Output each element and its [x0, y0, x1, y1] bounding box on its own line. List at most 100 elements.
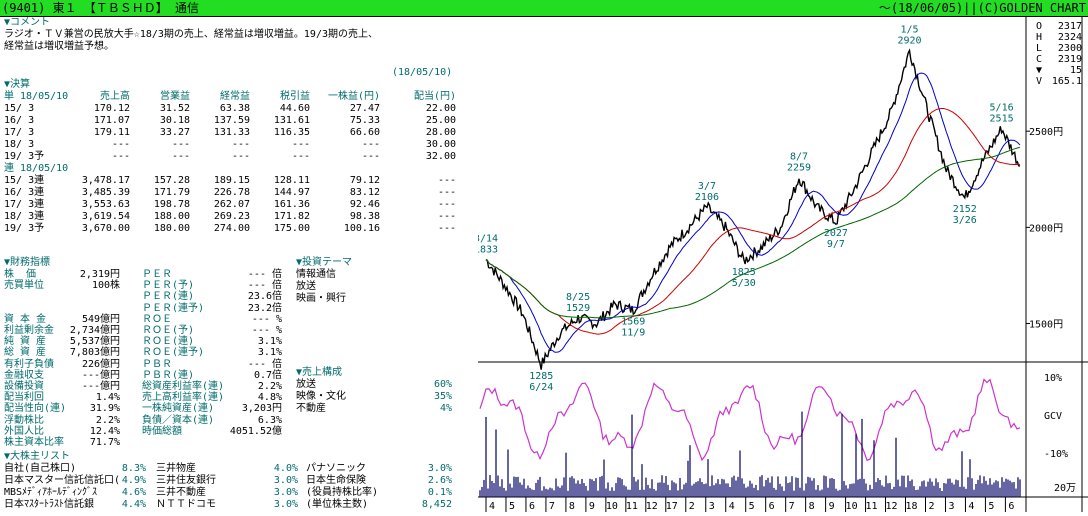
month-tick-label: 17 — [666, 501, 678, 512]
fin-mid-value: 23.2倍 — [247, 302, 282, 314]
consol-cell: 274.00 — [213, 223, 250, 234]
fin-mid-value: --- 倍 — [247, 358, 282, 370]
price-chart[interactable]: 2500円 2000円 1500円 10% GCV -10% 20万 O 2317 H 2324 L 2… — [474, 17, 1088, 512]
ohlc-label: C — [1036, 54, 1042, 65]
consol-cell: 92.46 — [349, 199, 380, 210]
settlement-row-label: 15/ 3 — [4, 103, 35, 114]
osc-tick-label: -10% — [1044, 449, 1068, 460]
settlement-cell: 30.00 — [425, 139, 456, 150]
settlement-header: 一株益(円) — [327, 91, 380, 102]
shareholder-pct: 8,452 — [421, 499, 452, 510]
shareholder-pct: 3.0% — [427, 463, 452, 474]
settlement-cell: --- — [231, 151, 250, 162]
settlement-cell: 22.00 — [425, 103, 456, 114]
settlement-cell: 179.11 — [93, 127, 130, 138]
consol-cell: 198.78 — [153, 199, 190, 210]
settlement-header: 売上高 — [100, 91, 130, 102]
fin-label: 金融収支 — [4, 369, 44, 381]
info-panel: ▼コメント ラジオ・ＴＶ兼営の民放大手☆18/3期の売上、経常益は増収増益。19… — [0, 17, 478, 512]
settlement-title: ▼決算 — [4, 79, 31, 90]
settlement-cell: 25.00 — [425, 115, 456, 126]
title-bar: (9401) 東１ 【ＴＢＳＨＤ】 通信 ～(18/06/05)||(C)GOL… — [0, 0, 1088, 17]
fin-mid-value: 4051.52億 — [229, 425, 282, 437]
annotation-date: 2920 — [897, 35, 921, 46]
comment-line-2: 経常益は増収増益予想。 — [4, 41, 114, 52]
settlement-cell: --- — [111, 151, 130, 162]
annotation-date: 1529 — [566, 303, 590, 314]
annotation-date: 1833 — [478, 244, 498, 255]
shareholder-name: 三井物産 — [156, 463, 196, 474]
consol-cell: 189.15 — [213, 175, 250, 186]
consol-row-label: 18/ 3連 — [4, 211, 45, 222]
annotation-date: 2106 — [695, 192, 719, 203]
ohlc-label: ▼ — [1036, 65, 1042, 76]
shareholder-pct: 3.0% — [273, 499, 298, 510]
settlement-row-label: 17/ 3 — [4, 127, 35, 138]
month-tick-label: 4 — [968, 501, 974, 512]
consol-cell: 128.11 — [273, 175, 310, 186]
shareholder-name: 三井不動産 — [156, 487, 206, 498]
month-tick-label: 12 — [646, 501, 658, 512]
fin-value: ---億円 — [81, 369, 120, 381]
shareholder-pct: 4.4% — [121, 499, 146, 510]
fin-value: 100株 — [91, 280, 120, 292]
month-tick-label: 9 — [829, 501, 835, 512]
ohlc-label: L — [1036, 43, 1042, 54]
composition-title: ▼売上構成 — [296, 367, 343, 378]
settlement-cell: 137.59 — [213, 115, 250, 126]
shareholder-pct: 4.0% — [273, 463, 298, 474]
fin-label: 浮動株比 — [4, 414, 44, 426]
shareholder-name: (単位株主数) — [306, 499, 369, 510]
price-chart-svg: 2500円2000円1500円10%GCV-10%20万O 2317H 2324L 2… — [474, 17, 1088, 512]
annotation-value: 1/5 — [900, 24, 918, 35]
fin-value: 7,803億円 — [69, 347, 120, 359]
settlement-cell: 131.61 — [273, 115, 310, 126]
fin-mid-value: 6.3% — [257, 414, 282, 426]
shareholder-pct: 3.0% — [273, 475, 298, 486]
consol-row-label: 19/ 3予 — [4, 223, 45, 234]
consol-cell: 3,619.54 — [81, 211, 130, 222]
theme-item: 映画・興行 — [296, 293, 346, 304]
annotation-value: 3/14 — [478, 233, 498, 244]
fin-mid-value: 4.8% — [257, 392, 282, 404]
fin-mid-label: ＲＯＥ(連予) — [142, 347, 205, 359]
consol-cell: 98.38 — [349, 211, 380, 222]
settlement-cell: 63.38 — [219, 103, 250, 114]
shareholder-name: (役員持株比率) — [306, 487, 379, 498]
settlement-header: 経常益 — [220, 91, 250, 102]
consol-cell: 171.82 — [273, 211, 310, 222]
consol-cell: 175.00 — [273, 223, 310, 234]
month-tick-label: 2 — [928, 501, 934, 512]
annotation-date: 5/30 — [732, 278, 756, 289]
fin-label: 外国人比 — [4, 425, 44, 437]
shareholder-name: ＮＴＴドコモ — [156, 499, 216, 510]
shareholder-name: 三井住友銀行 — [156, 475, 216, 486]
consol-row-label: 15/ 3連 — [4, 175, 45, 186]
settlement-cell: 28.00 — [425, 127, 456, 138]
shareholder-pct: 3.0% — [273, 487, 298, 498]
fin-mid-label: 一株純資産(連) — [142, 403, 215, 415]
month-tick-label: 4 — [729, 501, 735, 512]
consol-cell: --- — [437, 223, 456, 234]
month-tick-label: 11 — [866, 501, 878, 512]
shareholder-name: 日本ﾏｽﾀｰﾄﾗｽﾄ信託銀 — [4, 499, 94, 510]
settlement-cell: 32.00 — [425, 151, 456, 162]
settlement-header: 税引益 — [280, 91, 310, 102]
consol-row-label: 16/ 3連 — [4, 187, 45, 198]
month-tick-label: 11 — [626, 501, 638, 512]
fin-value: 31.9% — [89, 403, 120, 415]
fin-mid-label: ＰＥＲ(連予) — [142, 302, 205, 314]
month-tick-label: 9 — [589, 501, 595, 512]
shareholder-name: MBSﾒﾃﾞｨｱﾎｰﾙﾃﾞｨﾝｸﾞｽ — [4, 487, 98, 498]
month-tick-label: 6 — [1008, 501, 1014, 512]
settlement-cell: 30.18 — [159, 115, 190, 126]
consol-cell: 3,485.39 — [81, 187, 130, 198]
ohlc-value: 2319 — [1058, 54, 1082, 65]
annotation-date: 11/9 — [621, 327, 645, 338]
fin-mid-value: 23.6倍 — [247, 291, 282, 303]
month-tick-label: 10 — [846, 501, 858, 512]
month-tick-label: 10 — [606, 501, 618, 512]
y-tick-label: 2500円 — [1029, 127, 1063, 138]
settlement-cell: 44.60 — [279, 103, 310, 114]
fin-mid-label: ＰＥＲ(連) — [142, 291, 195, 303]
